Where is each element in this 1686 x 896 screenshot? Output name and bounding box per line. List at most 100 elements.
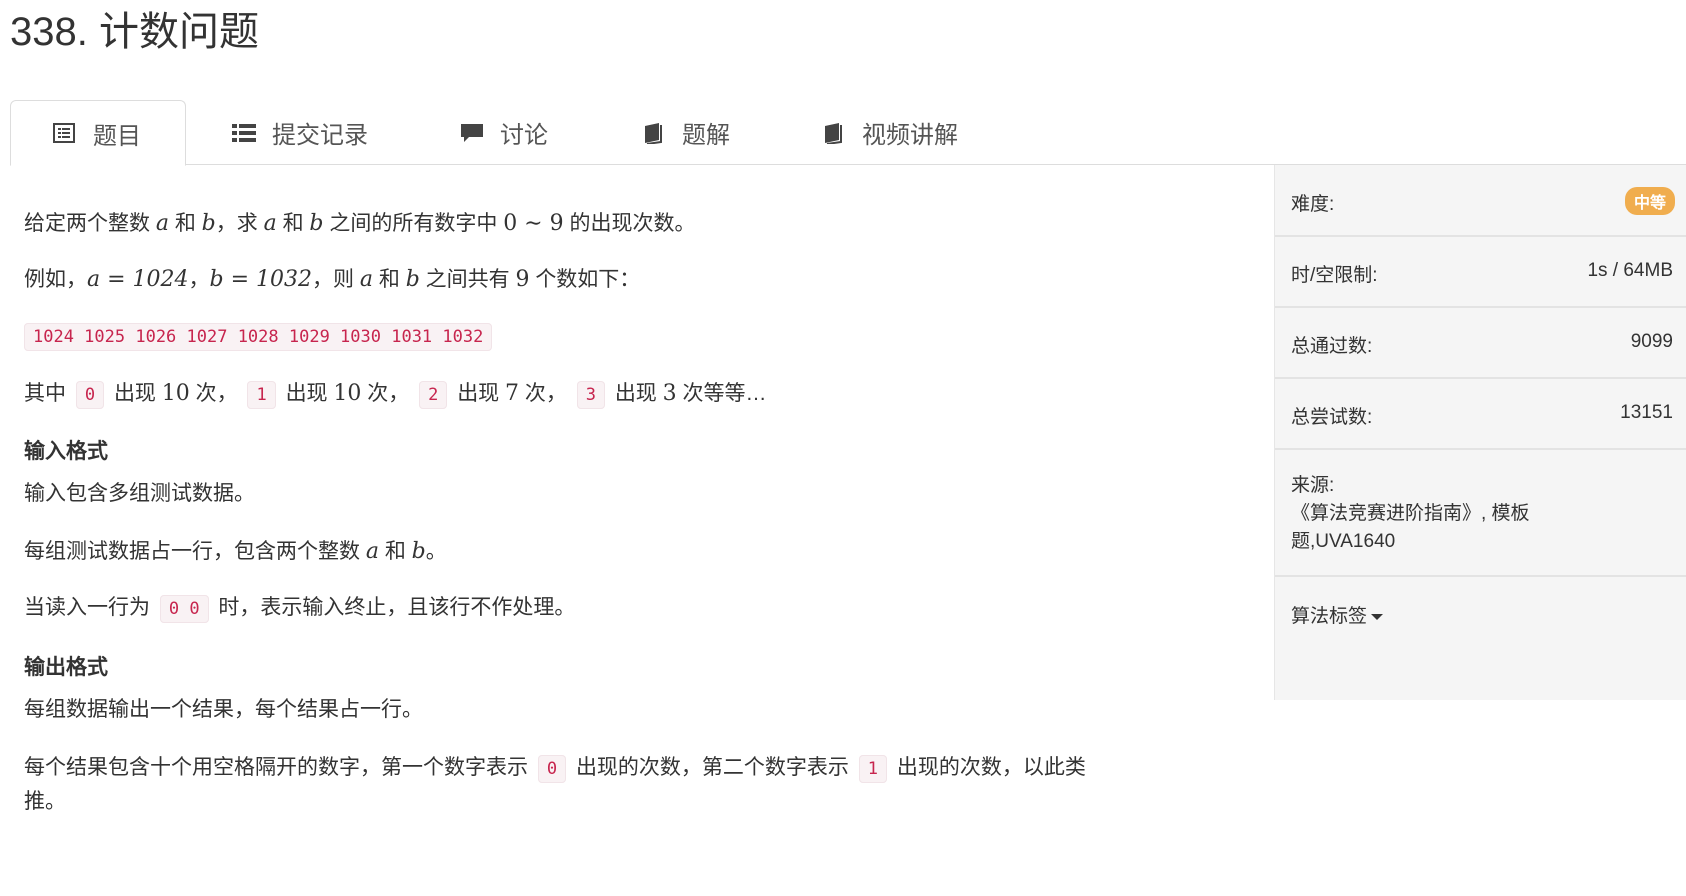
tries-row: 总尝试数: 13151: [1275, 379, 1686, 450]
tries-label: 总尝试数:: [1291, 407, 1373, 428]
difficulty-label: 难度:: [1291, 194, 1335, 215]
text: 出现: [614, 382, 657, 405]
text: 每组测试数据占一行，包含两个整数: [24, 540, 360, 563]
math-eq: a = 1024: [87, 267, 189, 292]
text: 当读入一行为: [24, 596, 150, 619]
list-icon: [232, 122, 256, 144]
text: 和: [378, 268, 400, 291]
text: 每个结果包含十个用空格隔开的数字，第一个数字表示: [24, 756, 528, 779]
output-format-heading: 输出格式: [24, 656, 108, 679]
math-num: 7: [505, 381, 520, 406]
tab-label: 题目: [93, 122, 141, 150]
text: 出现: [457, 382, 500, 405]
math-num: 9: [515, 267, 530, 292]
output-paragraph-2: 每个结果包含十个用空格隔开的数字，第一个数字表示 0 出现的次数，第二个数字表示…: [24, 752, 1086, 785]
code-inline: 1: [858, 755, 888, 783]
math-num: 10: [161, 381, 190, 406]
tab-label: 视频讲解: [862, 122, 958, 149]
text: 和: [174, 212, 196, 235]
text: 的出现次数。: [569, 212, 696, 235]
text: ，求: [215, 212, 258, 235]
source-row: 来源: 《算法竞赛进阶指南》, 模板 题,UVA1640: [1275, 450, 1686, 577]
passed-row: 总通过数: 9099: [1275, 308, 1686, 379]
math-range: 0 ∼ 9: [503, 211, 564, 236]
book-icon: [822, 122, 844, 145]
tab-solutions[interactable]: 题解: [642, 100, 730, 165]
text: 和: [282, 212, 304, 235]
code-inline: 3: [576, 381, 605, 409]
code-inline: 0: [537, 755, 567, 783]
text: 其中: [24, 382, 66, 405]
math-var: b: [411, 539, 426, 564]
text: 和: [384, 540, 406, 563]
number-list: 1024 1025 1026 1027 1028 1029 1030 1031 …: [24, 320, 496, 353]
example-paragraph: 例如，a = 1024，b = 1032，则 a 和 b 之间共有 9 个数如下…: [24, 264, 640, 296]
limit-row: 时/空限制: 1s / 64MB: [1275, 237, 1686, 308]
tags-row[interactable]: 算法标签: [1275, 577, 1686, 647]
output-paragraph-2-cont: 推。: [24, 790, 66, 813]
text: 出现的次数，以此类: [896, 756, 1086, 779]
text: 个数如下：: [535, 268, 641, 291]
tab-label: 讨论: [500, 122, 548, 149]
passed-label: 总通过数:: [1291, 336, 1373, 357]
math-eq: b = 1032: [209, 267, 313, 292]
tab-video[interactable]: 视频讲解: [822, 100, 958, 165]
math-var: b: [201, 211, 216, 236]
text: 次等等…: [682, 382, 767, 405]
tab-submissions[interactable]: 提交记录: [232, 100, 368, 165]
tab-label: 题解: [682, 122, 730, 149]
source-value-line1: 《算法竞赛进阶指南》, 模板: [1291, 503, 1530, 524]
math-var: b: [309, 211, 324, 236]
text: 时，表示输入终止，且该行不作处理。: [218, 596, 576, 619]
problem-info-sidebar: 难度: 中等 时/空限制: 1s / 64MB 总通过数: 9099 总尝试数:…: [1274, 165, 1686, 700]
limit-value: 1s / 64MB: [1587, 260, 1673, 281]
page-title: 338. 计数问题: [10, 10, 259, 54]
math-var: a: [155, 211, 169, 236]
book-icon: [642, 122, 664, 145]
source-label: 来源:: [1291, 475, 1335, 496]
math-var: a: [263, 211, 277, 236]
occurrence-paragraph: 其中 0 出现 10 次， 1 出现 10 次， 2 出现 7 次， 3 出现 …: [24, 378, 767, 411]
tab-label: 提交记录: [272, 122, 368, 149]
tries-value: 13151: [1620, 402, 1673, 423]
text: 出现: [113, 382, 156, 405]
input-paragraph-3: 当读入一行为 0 0 时，表示输入终止，且该行不作处理。: [24, 592, 575, 625]
code-inline: 1: [247, 381, 276, 409]
tab-discussion[interactable]: 讨论: [460, 100, 548, 165]
text: 出现的次数，第二个数字表示: [575, 756, 849, 779]
difficulty-row: 难度: 中等: [1275, 165, 1686, 237]
tags-label: 算法标签: [1291, 606, 1368, 627]
passed-value: 9099: [1630, 331, 1673, 352]
tab-bar: 题目 提交记录 讨论 题解 视频讲解: [10, 100, 1686, 166]
code-inline: 1024 1025 1026 1027 1028 1029 1030 1031 …: [24, 323, 493, 351]
input-paragraph-2: 每组测试数据占一行，包含两个整数 a 和 b。: [24, 536, 447, 568]
input-paragraph-1: 输入包含多组测试数据。: [24, 482, 255, 505]
math-var: b: [405, 267, 420, 292]
text: 出现: [285, 382, 328, 405]
intro-paragraph: 给定两个整数 a 和 b，求 a 和 b 之间的所有数字中 0 ∼ 9 的出现次…: [24, 208, 695, 240]
text: 给定两个整数: [24, 212, 150, 235]
text: 。: [425, 540, 447, 563]
output-paragraph-1: 每组数据输出一个结果，每个结果占一行。: [24, 698, 423, 721]
algorithm-tags-toggle[interactable]: 算法标签: [1291, 601, 1384, 628]
text: 之间共有: [425, 268, 510, 291]
text: ，: [188, 268, 210, 291]
tab-problem[interactable]: 题目: [10, 100, 186, 166]
input-format-heading: 输入格式: [24, 440, 108, 463]
list-alt-icon: [53, 122, 75, 144]
limit-label: 时/空限制:: [1291, 265, 1378, 286]
code-inline: 0: [75, 381, 105, 409]
text: 次，: [524, 382, 567, 405]
text: 例如，: [24, 268, 87, 291]
math-var: a: [359, 267, 373, 292]
math-num: 10: [333, 381, 362, 406]
code-inline: 2: [419, 381, 448, 409]
text: 之间的所有数字中: [329, 212, 498, 235]
math-num: 3: [662, 381, 677, 406]
text: ，则: [312, 268, 355, 291]
text: 次，: [367, 382, 410, 405]
comment-icon: [460, 122, 483, 144]
text: 次，: [195, 382, 238, 405]
caret-down-icon: [1371, 613, 1384, 620]
code-inline: 0 0: [159, 595, 209, 623]
